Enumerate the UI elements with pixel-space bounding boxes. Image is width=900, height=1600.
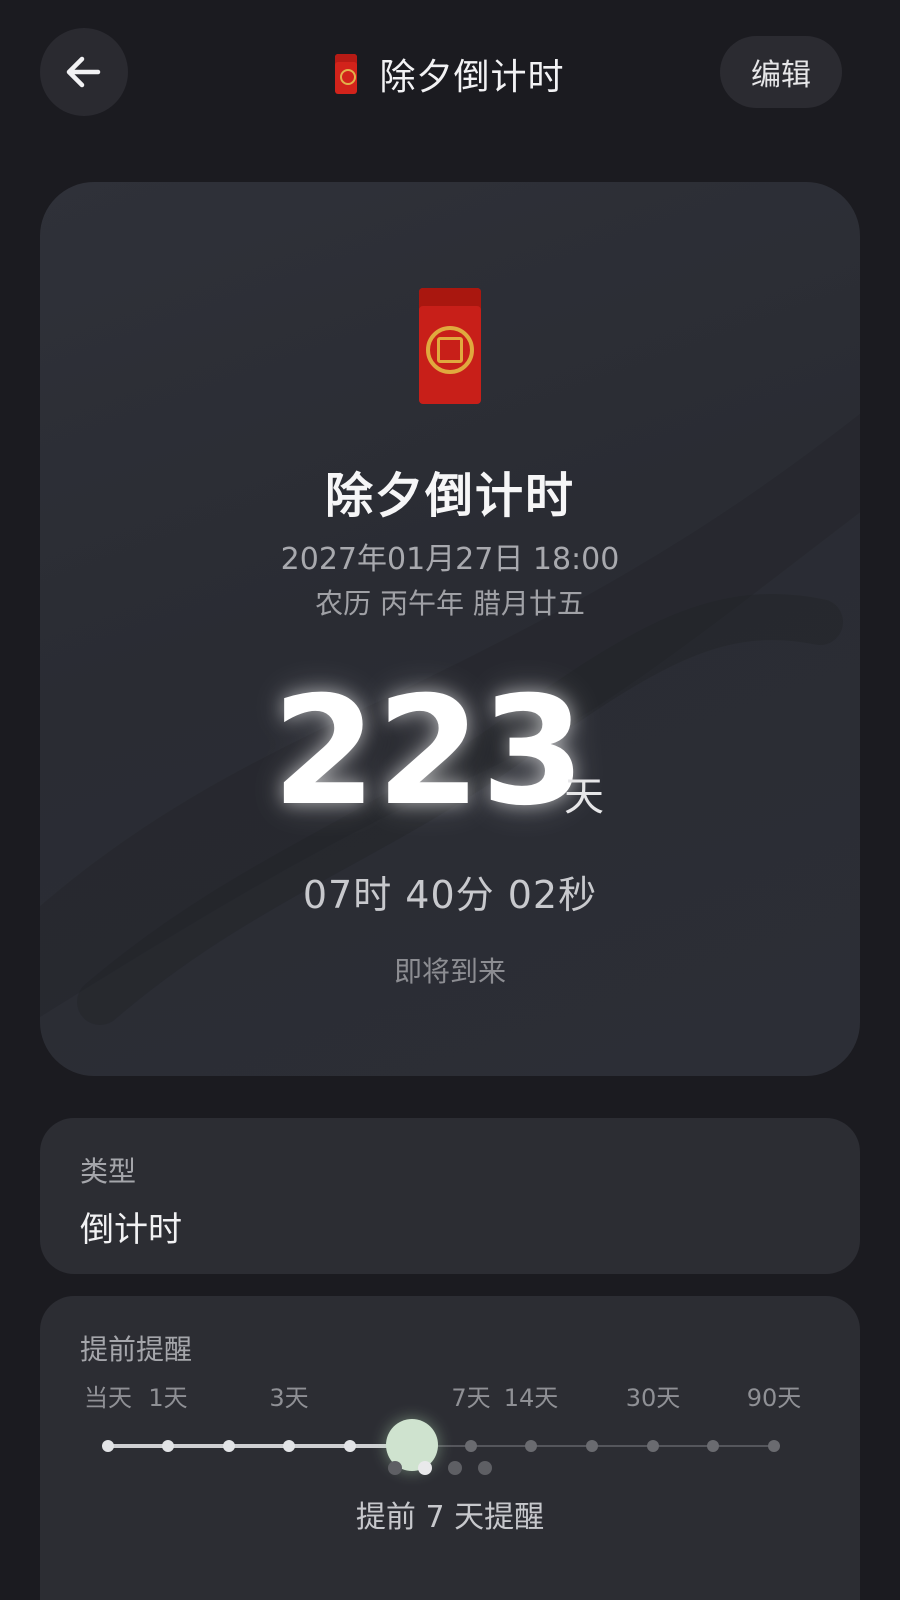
event-title: 除夕倒计时 xyxy=(324,468,575,524)
event-lunar-date: 农历 丙午年 腊月廿五 xyxy=(315,587,585,620)
edit-button[interactable]: 编辑 xyxy=(720,36,842,108)
tick-label-7-days: 7天 xyxy=(451,1384,491,1412)
type-label: 类型 xyxy=(80,1155,137,1188)
slider-stop[interactable] xyxy=(465,1440,477,1452)
tick-label-30-days: 30天 xyxy=(625,1384,681,1412)
event-date: 2027年01月27日 18:00 xyxy=(280,542,620,577)
slider-stop[interactable] xyxy=(525,1440,537,1452)
tick-label-same-day: 当天 xyxy=(84,1384,132,1412)
tick-label-90-days: 90天 xyxy=(746,1384,802,1412)
slider-stop[interactable] xyxy=(283,1440,295,1452)
reminder-setting: 提前提醒 当天 1天 3天 7天 14天 30天 90天 提前 7 天提醒 xyxy=(40,1296,860,1600)
red-envelope-icon xyxy=(419,288,481,404)
page-indicator-dot xyxy=(388,1461,402,1475)
countdown-card: 除夕倒计时 2027年01月27日 18:00 农历 丙午年 腊月廿五 223 … xyxy=(40,182,860,1076)
top-bar: 除夕倒计时 编辑 xyxy=(0,0,900,150)
days-remaining: 223 天 xyxy=(40,672,860,832)
slider-stop[interactable] xyxy=(768,1440,780,1452)
days-unit: 天 xyxy=(564,774,604,820)
page-indicator-dot xyxy=(448,1461,462,1475)
slider-stop[interactable] xyxy=(344,1440,356,1452)
slider-stop[interactable] xyxy=(707,1440,719,1452)
time-remaining: 07时 40分 02秒 xyxy=(302,873,598,917)
reminder-selected-text: 提前 7 天提醒 xyxy=(355,1500,545,1535)
slider-stop[interactable] xyxy=(162,1440,174,1452)
type-value: 倒计时 xyxy=(80,1210,182,1250)
slider-stop[interactable] xyxy=(586,1440,598,1452)
red-envelope-icon xyxy=(335,54,358,94)
slider-stop[interactable] xyxy=(102,1440,114,1452)
status-text: 即将到来 xyxy=(393,955,506,988)
page-indicator-dot-active xyxy=(418,1461,432,1475)
slider-track-filled xyxy=(108,1444,410,1448)
reminder-label: 提前提醒 xyxy=(80,1333,193,1366)
tick-label-14-days: 14天 xyxy=(503,1384,559,1412)
tick-label-3-days: 3天 xyxy=(269,1384,309,1412)
days-count: 223 xyxy=(272,665,586,839)
page-title: 除夕倒计时 xyxy=(379,57,565,98)
tick-label-1-day: 1天 xyxy=(148,1384,188,1412)
type-setting[interactable]: 类型 倒计时 xyxy=(40,1118,860,1274)
slider-stop[interactable] xyxy=(223,1440,235,1452)
page-indicator-dot xyxy=(478,1461,492,1475)
slider-stop[interactable] xyxy=(647,1440,659,1452)
